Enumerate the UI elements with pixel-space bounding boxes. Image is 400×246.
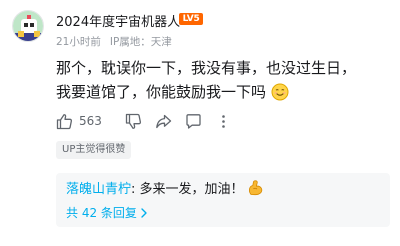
flexed-biceps-icon (248, 180, 262, 196)
ip-location: IP属地：天津 (109, 36, 172, 48)
view-all-replies-link[interactable]: 共 42 条回复 (66, 205, 148, 221)
comment-avatar[interactable] (12, 10, 44, 42)
thumbs-up-icon (56, 113, 72, 129)
share-icon (156, 114, 172, 128)
dislike-button[interactable] (125, 113, 142, 130)
more-button[interactable] (215, 113, 232, 130)
up-liked-tag: UP主觉得很赞 (56, 141, 132, 159)
chevron-right-icon (141, 208, 147, 218)
reply-preview[interactable]: 落魄山青柠: 多来一发，加油！ 共 42 条回复 (56, 173, 390, 227)
reply-username[interactable]: 落魄山青柠 (66, 182, 131, 197)
smiling-face-icon (271, 83, 289, 101)
robot-avatar-icon (13, 11, 43, 41)
comment-actions: 563 (56, 111, 232, 131)
level-badge: LV5 (179, 13, 203, 25)
reply-count-label: 共 42 条回复 (66, 206, 137, 220)
comment-content: 那个，耽误你一下，我没有事，也没过生日，我要道馆了，你能鼓励我一下吗 (56, 56, 362, 104)
comment-text: 那个，耽误你一下，我没有事，也没过生日，我要道馆了，你能鼓励我一下吗 (56, 59, 357, 101)
reply-text: 多来一发，加油！ (135, 182, 244, 197)
comment-icon (186, 113, 201, 129)
reply-button[interactable] (185, 113, 202, 130)
share-button[interactable] (155, 113, 172, 130)
like-count: 563 (79, 114, 102, 128)
reply-line: 落魄山青柠: 多来一发，加油！ (66, 179, 264, 200)
comment-time: 21小时前 (56, 36, 101, 48)
comment-meta: 21小时前 IP属地：天津 (56, 34, 172, 49)
more-options-icon (222, 114, 225, 128)
like-button[interactable]: 563 (56, 113, 102, 130)
comment-username[interactable]: 2024年度宇宙机器人 (56, 11, 180, 30)
thumbs-down-icon (125, 113, 141, 129)
